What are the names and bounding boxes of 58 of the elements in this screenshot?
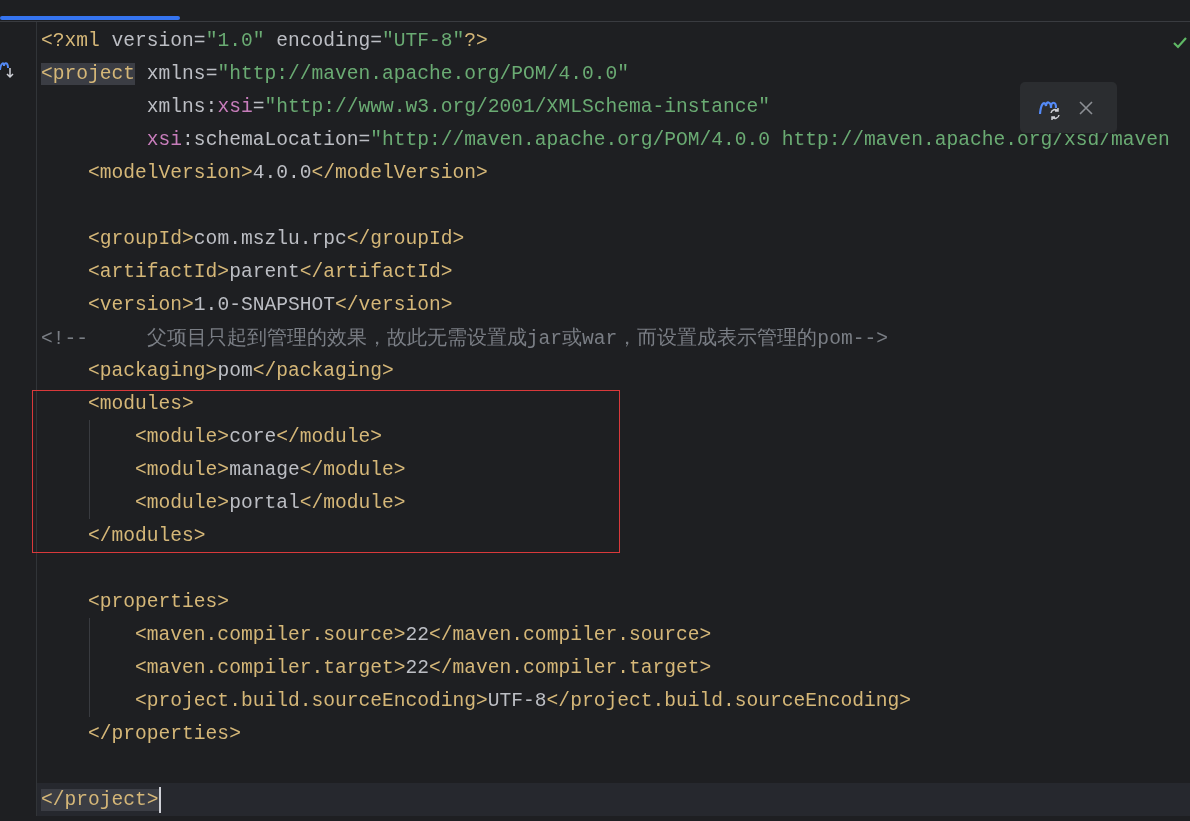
code-token: 4.0.0 (252, 161, 312, 184)
code-token: xmlns: (145, 95, 218, 118)
code-token: "http://maven.apache.org/POM/4.0.0 http://maven.apache.org/xsd/maven (370, 128, 1170, 151)
code-token: </project.build.sourceEncoding> (546, 689, 912, 712)
check-icon (1172, 36, 1188, 50)
code-token: </modelVersion> (311, 161, 488, 184)
code-token: <groupId> (87, 227, 194, 250)
text-caret (158, 786, 161, 813)
code-token: version= (111, 29, 206, 52)
code-token: = (252, 95, 265, 118)
code-token: <modules> (87, 392, 194, 415)
code-token: 22 (405, 623, 430, 646)
code-token: <properties> (87, 590, 230, 613)
code-token: <project.build.sourceEncoding> (134, 689, 488, 712)
code-token: </properties> (87, 722, 241, 745)
code-token: </version> (334, 293, 453, 316)
code-token: </maven.compiler.target> (429, 656, 712, 679)
code-token: :schemaLocation= (182, 128, 371, 151)
code-token: <module> (134, 491, 230, 514)
code-token: core (229, 425, 277, 448)
code-token: com.mszlu.rpc (193, 227, 347, 250)
code-token: <?xml (41, 29, 101, 52)
code-token: UTF-8 (487, 689, 547, 712)
code-token: </project> (41, 788, 159, 811)
code-token: </groupId> (346, 227, 465, 250)
code-token: "1.0" (205, 29, 266, 52)
code-token: xsi (217, 95, 253, 118)
code-token: <modelVersion> (87, 161, 253, 184)
code-token: <artifactId> (87, 260, 230, 283)
code-token: manage (229, 458, 300, 481)
code-token: <project (41, 62, 136, 85)
code-token: ?> (464, 29, 488, 52)
code-token: "http://maven.apache.org/POM/4.0.0" (217, 62, 629, 85)
code-token: 22 (405, 656, 430, 679)
code-comment: <!-- 父项目只起到管理的效果，故此无需设置成jar或war，而设置成表示管理的pom--> (41, 326, 888, 351)
code-token: <module> (134, 425, 230, 448)
code-token: <module> (134, 458, 230, 481)
code-token: portal (229, 491, 300, 514)
code-token: xsi (145, 128, 183, 151)
close-icon[interactable] (1079, 100, 1093, 115)
code-token: parent (229, 260, 300, 283)
code-token: </artifactId> (299, 260, 453, 283)
code-token: <packaging> (87, 359, 218, 382)
code-token: </module> (276, 425, 382, 448)
code-token: xmlns= (145, 62, 218, 85)
code-token: </packaging> (252, 359, 394, 382)
code-token: </maven.compiler.source> (429, 623, 712, 646)
code-token: "http://www.w3.org/2001/XMLSchema-instance" (264, 95, 771, 118)
code-token: </module> (299, 491, 406, 514)
code-token: <version> (87, 293, 194, 316)
code-token: </modules> (87, 524, 206, 547)
code-token: <maven.compiler.source> (134, 623, 406, 646)
code-token: 1.0-SNAPSHOT (193, 293, 335, 316)
code-token: </module> (299, 458, 406, 481)
code-token: encoding= (276, 29, 383, 52)
code-token: <maven.compiler.target> (134, 656, 406, 679)
code-token: pom (217, 359, 253, 382)
code-token: "UTF-8" (382, 29, 465, 52)
